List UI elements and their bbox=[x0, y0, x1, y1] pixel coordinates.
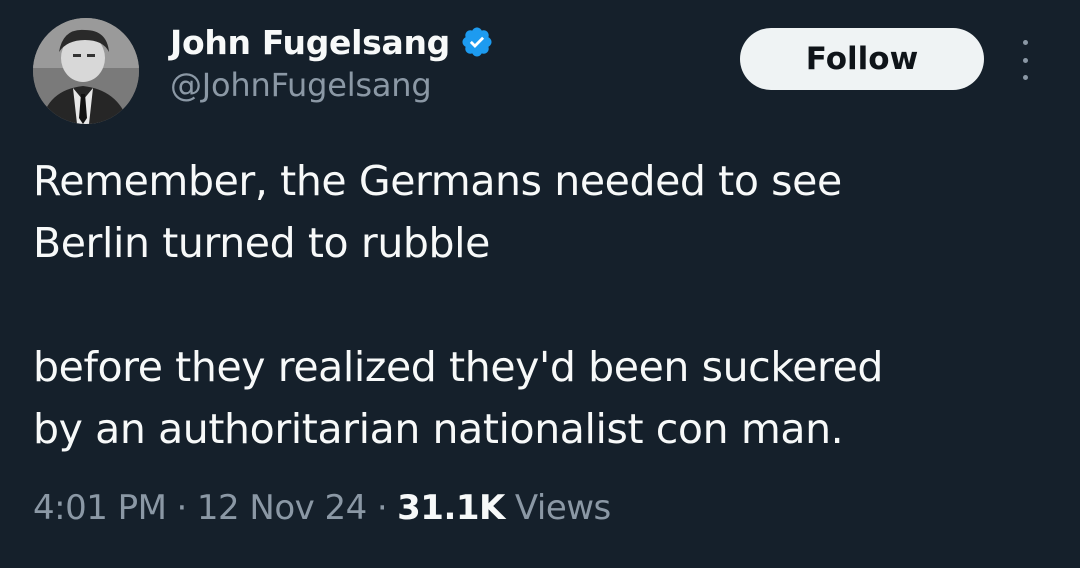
meta-separator: · bbox=[376, 488, 388, 528]
tweet-date[interactable]: 12 Nov 24 bbox=[197, 488, 368, 528]
more-dot bbox=[1022, 75, 1028, 80]
more-options-icon[interactable] bbox=[1010, 40, 1040, 80]
tweet-line: Remember, the Germans needed to see bbox=[33, 157, 842, 205]
tweet-time[interactable]: 4:01 PM bbox=[33, 488, 167, 528]
tweet-line: before they realized they'd been suckere… bbox=[33, 343, 884, 391]
avatar-photo-icon bbox=[33, 18, 139, 124]
views-count: 31.1K bbox=[397, 488, 505, 528]
verified-badge-icon bbox=[460, 25, 494, 59]
follow-button[interactable]: Follow bbox=[740, 28, 984, 90]
author-handle[interactable]: @JohnFugelsang bbox=[170, 66, 432, 104]
author-name-row: John Fugelsang bbox=[170, 18, 494, 66]
tweet-line: by an authoritarian nationalist con man. bbox=[33, 405, 844, 453]
author-display-name[interactable]: John Fugelsang bbox=[170, 23, 450, 62]
tweet-card: John Fugelsang @JohnFugelsang Follow Rem… bbox=[0, 0, 1080, 568]
tweet-line: Berlin turned to rubble bbox=[33, 219, 490, 267]
tweet-text: Remember, the Germans needed to see Berl… bbox=[33, 150, 1043, 460]
more-dot bbox=[1022, 40, 1028, 45]
more-dot bbox=[1022, 57, 1028, 63]
tweet-meta: 4:01 PM · 12 Nov 24 · 31.1K Views bbox=[33, 488, 611, 528]
meta-separator: · bbox=[176, 488, 188, 528]
author-avatar[interactable] bbox=[33, 18, 139, 124]
views-label: Views bbox=[514, 488, 611, 528]
